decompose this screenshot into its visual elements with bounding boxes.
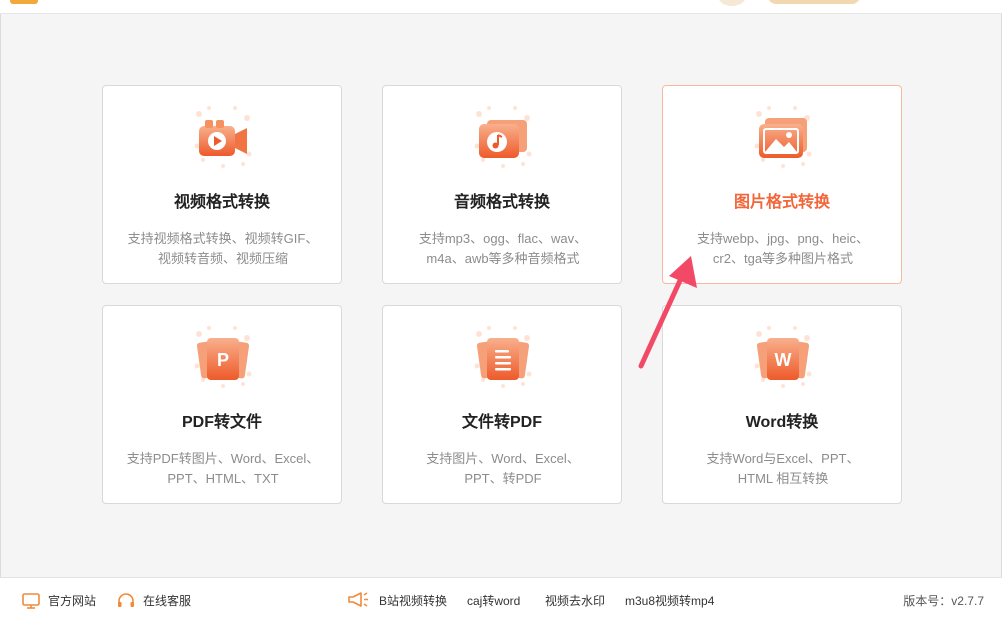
card-description-line: PPT、转PDF bbox=[464, 471, 542, 486]
card-description-line: 支持PDF转图片、Word、Excel、 bbox=[126, 451, 320, 466]
online-service-label: 在线客服 bbox=[143, 594, 192, 608]
card-audio-convert[interactable]: 音频格式转换 支持mp3、ogg、flac、wav、 m4a、awb等多种音频格… bbox=[382, 85, 622, 284]
card-pdf-to-file[interactable]: P PDF转文件 支持PDF转图片、Word、Excel、 PPT、HTML、T… bbox=[102, 305, 342, 504]
version-label: 版本号：v2.7.7 bbox=[903, 594, 984, 608]
card-title: 文件转PDF bbox=[461, 414, 542, 431]
card-description: 支持webp、jpg、png、heic、 cr2、tga等多种图片格式 bbox=[673, 229, 893, 269]
footer-link-m3u8-mp4[interactable]: m3u8视频转mp4 bbox=[625, 592, 714, 609]
top-action-button[interactable] bbox=[768, 0, 860, 4]
card-description: 支持PDF转图片、Word、Excel、 PPT、HTML、TXT bbox=[113, 449, 333, 489]
headset-icon bbox=[118, 592, 134, 607]
card-description-line: 视频转音频、视频压缩 bbox=[157, 251, 288, 266]
svg-text:W: W bbox=[775, 350, 792, 370]
card-description-line: m4a、awb等多种音频格式 bbox=[426, 251, 580, 266]
music-note-icon bbox=[469, 104, 537, 172]
card-description: 支持图片、Word、Excel、 PPT、转PDF bbox=[393, 449, 613, 489]
pdf-icon: P bbox=[189, 324, 257, 392]
card-title: 音频格式转换 bbox=[453, 194, 550, 211]
megaphone-icon bbox=[348, 592, 368, 607]
card-description-line: PPT、HTML、TXT bbox=[167, 471, 279, 486]
official-website-label: 官方网站 bbox=[48, 594, 97, 608]
card-title: PDF转文件 bbox=[181, 414, 262, 431]
app-logo bbox=[10, 0, 38, 4]
card-description: 支持Word与Excel、PPT、 HTML 相互转换 bbox=[673, 449, 893, 489]
card-description-line: cr2、tga等多种图片格式 bbox=[712, 251, 854, 266]
card-video-convert[interactable]: 视频格式转换 支持视频格式转换、视频转GIF、 视频转音频、视频压缩 bbox=[102, 85, 342, 284]
card-description-line: 支持Word与Excel、PPT、 bbox=[706, 451, 860, 466]
card-description-line: 支持webp、jpg、png、heic、 bbox=[697, 231, 869, 246]
word-icon: W bbox=[749, 324, 817, 392]
card-title: 视频格式转换 bbox=[173, 194, 270, 211]
image-icon bbox=[749, 104, 817, 172]
card-file-to-pdf[interactable]: 文件转PDF 支持图片、Word、Excel、 PPT、转PDF bbox=[382, 305, 622, 504]
footer-link-bilibili[interactable]: B站视频转换 bbox=[379, 592, 447, 609]
card-description-line: HTML 相互转换 bbox=[737, 471, 829, 486]
footer-link-caj-word[interactable]: caj转word bbox=[467, 592, 520, 609]
pointer-arrow-icon bbox=[638, 256, 697, 369]
svg-text:P: P bbox=[217, 350, 229, 370]
video-camera-icon bbox=[189, 104, 257, 172]
footer-bar: 官方网站 在线客服 B站视频转换 caj转word 视频去水印 m3u8视频转m… bbox=[0, 577, 1002, 619]
card-description-line: 支持mp3、ogg、flac、wav、 bbox=[418, 231, 588, 246]
card-title: 图片格式转换 bbox=[733, 194, 830, 211]
top-bar bbox=[0, 0, 1002, 14]
card-description: 支持mp3、ogg、flac、wav、 m4a、awb等多种音频格式 bbox=[393, 229, 613, 269]
footer-link-remove-watermark[interactable]: 视频去水印 bbox=[545, 592, 605, 609]
card-description: 支持视频格式转换、视频转GIF、 视频转音频、视频压缩 bbox=[113, 229, 333, 269]
card-description-line: 支持视频格式转换、视频转GIF、 bbox=[127, 231, 319, 246]
card-description-line: 支持图片、Word、Excel、 bbox=[426, 451, 580, 466]
main-panel: 视频格式转换 支持视频格式转换、视频转GIF、 视频转音频、视频压缩 音频格式转… bbox=[0, 14, 1002, 577]
official-website-link[interactable]: 官方网站 bbox=[22, 592, 96, 609]
document-icon bbox=[469, 324, 537, 392]
online-service-link[interactable]: 在线客服 bbox=[117, 592, 191, 609]
monitor-icon bbox=[22, 592, 40, 609]
avatar[interactable] bbox=[718, 0, 746, 6]
card-title: Word转换 bbox=[745, 414, 819, 431]
